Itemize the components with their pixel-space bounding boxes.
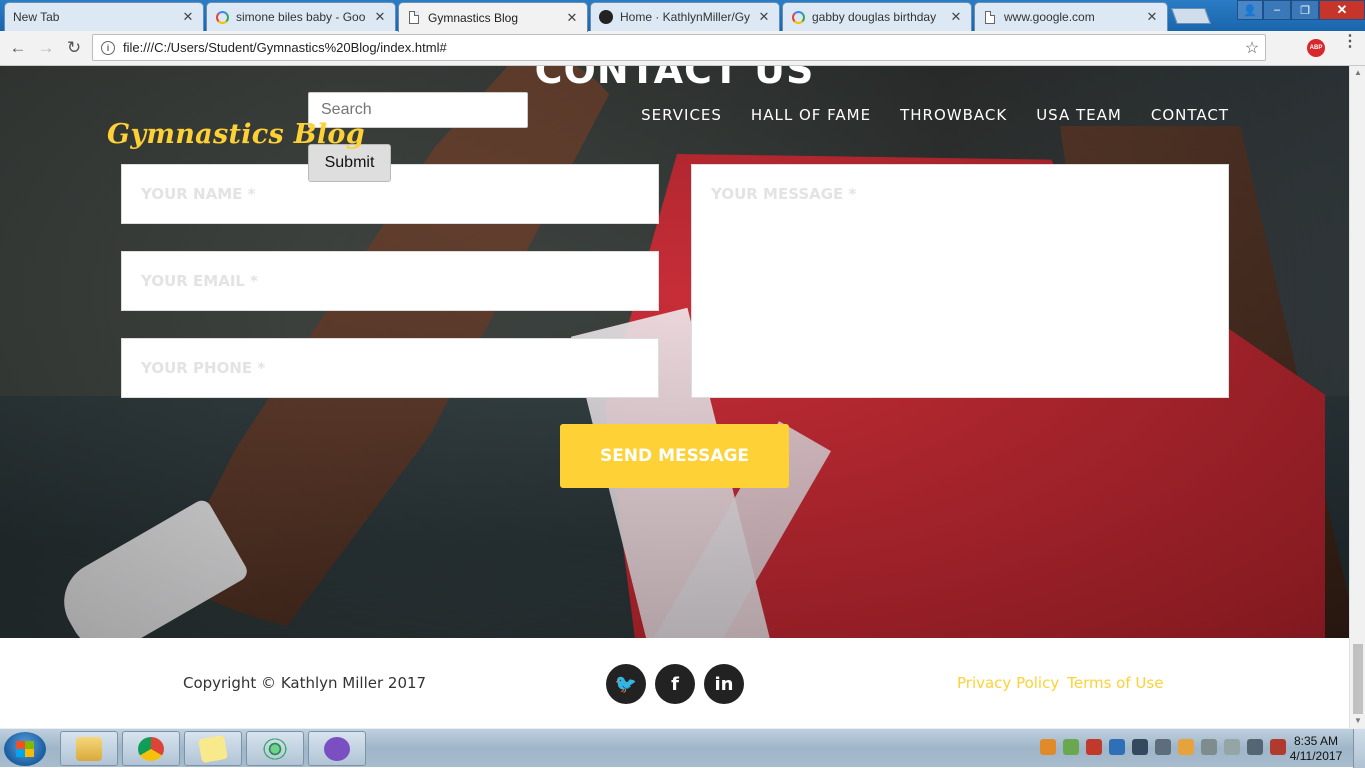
close-icon[interactable]: ✕ — [565, 10, 579, 26]
bookmark-star-icon[interactable]: ☆ — [1239, 38, 1265, 58]
chrome-icon[interactable] — [122, 731, 180, 766]
tab-strip: New Tab ✕ simone biles baby - Goo ✕ Gymn… — [0, 0, 1365, 32]
tab-label: www.google.com — [1004, 10, 1095, 24]
window-controls: 👤 ‒ ❐ ✕ — [1237, 0, 1365, 20]
tab-label: Home · KathlynMiller/Gy — [620, 10, 751, 24]
system-tray — [1040, 739, 1286, 755]
facebook-icon[interactable]: f — [655, 664, 695, 704]
menu-icon[interactable]: ⋮ — [1342, 34, 1358, 50]
taskbar-clock[interactable]: 8:35 AM 4/11/2017 — [1286, 734, 1346, 764]
scroll-down-icon[interactable]: ▼ — [1350, 714, 1365, 728]
close-window-button[interactable]: ✕ — [1319, 0, 1365, 20]
email-field[interactable] — [121, 251, 659, 311]
maximize-button[interactable]: ❐ — [1291, 0, 1319, 20]
nav-usa-team[interactable]: USA TEAM — [1036, 106, 1122, 124]
battery-icon[interactable] — [1201, 739, 1217, 755]
tab-simone-biles[interactable]: simone biles baby - Goo ✕ — [206, 2, 396, 31]
github-icon — [599, 10, 613, 24]
back-button[interactable]: ← — [7, 37, 29, 59]
tab-new-tab[interactable]: New Tab ✕ — [4, 2, 204, 31]
google-icon — [791, 10, 805, 24]
tab-github-home[interactable]: Home · KathlynMiller/Gy ✕ — [590, 2, 780, 31]
new-tab-button[interactable] — [1171, 8, 1211, 24]
close-icon[interactable]: ✕ — [1145, 9, 1159, 25]
tray-app-icon[interactable] — [1063, 739, 1079, 755]
tab-google-com[interactable]: www.google.com ✕ — [974, 2, 1168, 31]
minimize-button[interactable]: ‒ — [1263, 0, 1291, 20]
close-icon[interactable]: ✕ — [181, 9, 195, 25]
main-nav: SERVICES HALL OF FAME THROWBACK USA TEAM… — [641, 106, 1229, 124]
volume-icon[interactable] — [1224, 739, 1240, 755]
adblock-icon[interactable]: ABP — [1307, 39, 1325, 57]
tray-app-icon[interactable] — [1086, 739, 1102, 755]
scroll-thumb[interactable] — [1353, 644, 1363, 714]
github-desktop-icon[interactable] — [308, 731, 366, 766]
forward-button[interactable]: → — [35, 37, 57, 59]
clock-time: 8:35 AM — [1293, 734, 1339, 748]
send-message-button[interactable]: SEND MESSAGE — [560, 424, 789, 488]
linkedin-icon[interactable]: in — [704, 664, 744, 704]
address-bar[interactable]: i file:///C:/Users/Student/Gymnastics%20… — [92, 34, 1266, 61]
twitter-icon[interactable]: 🐦 — [606, 664, 646, 704]
close-icon[interactable]: ✕ — [949, 9, 963, 25]
tab-gabby-douglas[interactable]: gabby douglas birthday ✕ — [782, 2, 972, 31]
address-text[interactable]: file:///C:/Users/Student/Gymnastics%20Bl… — [123, 40, 1239, 55]
site-brand[interactable]: Gymnastics Blog — [107, 119, 365, 150]
network-icon[interactable] — [1247, 739, 1263, 755]
tray-app-icon[interactable] — [1040, 739, 1056, 755]
bluetooth-icon[interactable] — [1109, 739, 1125, 755]
nav-services[interactable]: SERVICES — [641, 106, 722, 124]
browser-toolbar: ← → ↻ i file:///C:/Users/Student/Gymnast… — [0, 31, 1365, 66]
start-button[interactable] — [4, 732, 46, 766]
show-desktop-button[interactable] — [1353, 729, 1365, 768]
tab-label: New Tab — [13, 10, 60, 24]
reload-button[interactable]: ↻ — [63, 37, 85, 59]
action-center-icon[interactable] — [1270, 739, 1286, 755]
sticky-notes-icon[interactable] — [184, 731, 242, 766]
atom-icon[interactable] — [246, 731, 304, 766]
tab-gymnastics-blog[interactable]: Gymnastics Blog ✕ — [398, 2, 588, 32]
tray-app-icon[interactable] — [1155, 739, 1171, 755]
google-icon — [215, 10, 229, 24]
site-footer: Copyright © Kathlyn Miller 2017 🐦 f in P… — [0, 638, 1349, 728]
copyright-text: Copyright © Kathlyn Miller 2017 — [183, 674, 427, 692]
info-icon[interactable]: i — [101, 40, 115, 55]
message-field[interactable] — [691, 164, 1229, 398]
nav-contact[interactable]: CONTACT — [1151, 106, 1229, 124]
section-title: CONTACT US — [534, 66, 815, 92]
tray-app-icon[interactable] — [1132, 739, 1148, 755]
nav-throwback[interactable]: THROWBACK — [900, 106, 1007, 124]
contact-hero-background: CONTACT US Submit Gymnastics Blog SERVIC… — [0, 66, 1349, 638]
tray-app-icon[interactable] — [1178, 739, 1194, 755]
privacy-policy-link[interactable]: Privacy Policy — [957, 674, 1059, 692]
file-explorer-icon[interactable] — [60, 731, 118, 766]
nav-hall-of-fame[interactable]: HALL OF FAME — [751, 106, 871, 124]
social-links: 🐦 f in — [606, 664, 744, 704]
phone-field[interactable] — [121, 338, 659, 398]
scroll-up-icon[interactable]: ▲ — [1350, 66, 1365, 80]
terms-of-use-link[interactable]: Terms of Use — [1067, 674, 1163, 692]
close-icon[interactable]: ✕ — [757, 9, 771, 25]
page-scrollbar[interactable]: ▲ ▼ — [1349, 66, 1365, 728]
legal-links: Privacy Policy Terms of Use — [957, 674, 1163, 692]
taskbar: 8:35 AM 4/11/2017 — [0, 728, 1365, 768]
tab-label: simone biles baby - Goo — [236, 10, 366, 24]
document-icon — [407, 11, 421, 25]
page-viewport: CONTACT US Submit Gymnastics Blog SERVIC… — [0, 66, 1349, 728]
user-icon[interactable]: 👤 — [1237, 0, 1263, 20]
clock-date: 4/11/2017 — [1289, 749, 1343, 763]
document-icon — [983, 10, 997, 24]
close-icon[interactable]: ✕ — [373, 9, 387, 25]
tab-label: gabby douglas birthday — [812, 10, 937, 24]
tab-label: Gymnastics Blog — [428, 10, 519, 25]
